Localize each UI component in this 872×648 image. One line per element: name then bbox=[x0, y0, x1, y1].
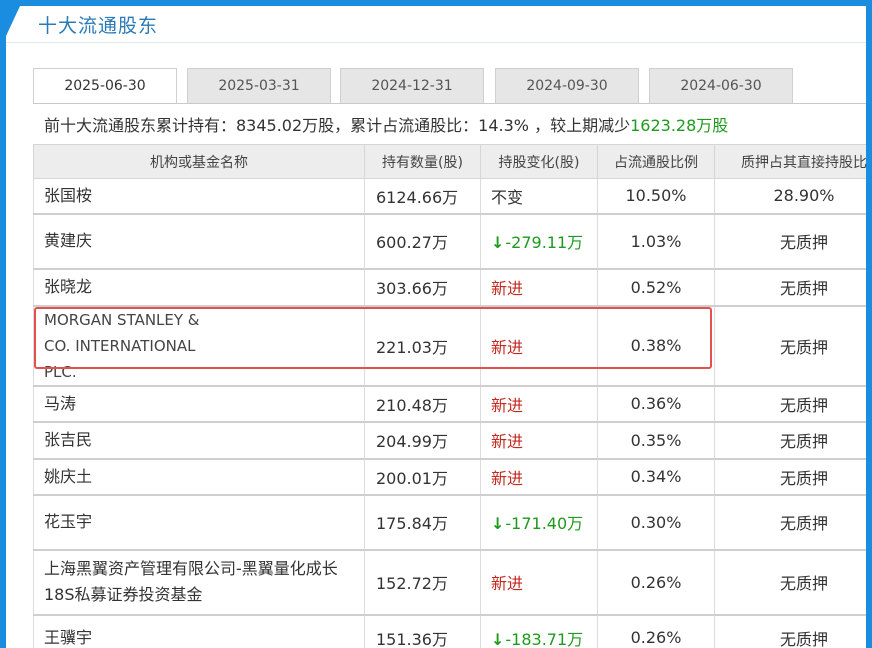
header-pledge: 质押占其直接持股比 bbox=[714, 144, 866, 179]
change-value: 新进 bbox=[491, 337, 524, 357]
down-arrow-icon: ↓ bbox=[491, 514, 505, 533]
hold-quantity: 210.48万 bbox=[364, 385, 481, 423]
hold-change: 新进 bbox=[480, 268, 598, 307]
table-row: 张晓龙 303.66万 新进 0.52% 无质押 bbox=[33, 268, 866, 307]
tab-2024-12-31[interactable]: 2024-12-31 bbox=[340, 68, 484, 103]
pledge-ratio: 28.90% bbox=[714, 178, 866, 215]
change-value: 新进 bbox=[491, 574, 524, 593]
float-share-pct: 0.38% bbox=[597, 305, 715, 387]
down-arrow-icon: ↓ bbox=[491, 233, 505, 252]
pledge-ratio: 无质押 bbox=[714, 458, 866, 496]
float-share-pct: 0.26% bbox=[597, 549, 715, 616]
hold-quantity: 204.99万 bbox=[364, 421, 481, 460]
hold-change: ↓-279.11万 bbox=[480, 213, 598, 270]
hold-quantity: 151.36万 bbox=[364, 614, 481, 648]
float-share-pct: 0.30% bbox=[597, 494, 715, 551]
change-value: -279.11万 bbox=[505, 233, 584, 252]
header-name: 机构或基金名称 bbox=[33, 144, 365, 179]
hold-quantity: 200.01万 bbox=[364, 458, 481, 496]
table-row: 张吉民 204.99万 新进 0.35% 无质押 bbox=[33, 421, 866, 460]
float-share-pct: 1.03% bbox=[597, 213, 715, 270]
hold-change: ↓-183.71万 bbox=[480, 614, 598, 648]
hold-change: 新进 bbox=[480, 421, 598, 460]
hold-quantity: 175.84万 bbox=[364, 494, 481, 551]
pledge-ratio: 无质押 bbox=[714, 421, 866, 460]
pledge-ratio: 无质押 bbox=[714, 549, 866, 616]
pledge-ratio: 无质押 bbox=[714, 213, 866, 270]
holder-name: 马涛 bbox=[33, 385, 365, 423]
header-pct: 占流通股比例 bbox=[597, 144, 715, 179]
pledge-ratio: 无质押 bbox=[714, 494, 866, 551]
tab-2024-06-30[interactable]: 2024-06-30 bbox=[649, 68, 793, 103]
period-tabs: 2025-06-30 2025-03-31 2024-12-31 2024-09… bbox=[33, 68, 866, 104]
holder-name: MORGAN STANLEY & CO. INTERNATIONAL PLC. bbox=[33, 305, 365, 387]
tabs-divider bbox=[33, 103, 866, 104]
holder-name: 张吉民 bbox=[33, 421, 365, 460]
holdings-summary: 前十大流通股东累计持有：8345.02万股，累计占流通股比：14.3% ，较上期… bbox=[44, 112, 728, 136]
pledge-ratio: 无质押 bbox=[714, 268, 866, 307]
hold-change: ↓-171.40万 bbox=[480, 494, 598, 551]
holder-name: 上海黑翼资产管理有限公司-黑翼量化成长18S私募证券投资基金 bbox=[33, 549, 365, 616]
pledge-ratio: 无质押 bbox=[714, 305, 866, 387]
holder-name: 张晓龙 bbox=[33, 268, 365, 307]
float-share-pct: 0.52% bbox=[597, 268, 715, 307]
holder-name: 王骥宇 bbox=[33, 614, 365, 648]
table-row: 马涛 210.48万 新进 0.36% 无质押 bbox=[33, 385, 866, 423]
holder-name: 花玉宇 bbox=[33, 494, 365, 551]
table-row: 王骥宇 151.36万 ↓-183.71万 0.26% 无质押 bbox=[33, 614, 866, 648]
hold-quantity: 303.66万 bbox=[364, 268, 481, 307]
table-row: 上海黑翼资产管理有限公司-黑翼量化成长18S私募证券投资基金 152.72万 新进 0… bbox=[33, 549, 866, 616]
shareholders-table: 机构或基金名称 持有数量(股) 持股变化(股) 占流通股比例 质押占其直接持股比… bbox=[33, 144, 866, 648]
change-value: 新进 bbox=[491, 279, 524, 298]
change-value: 新进 bbox=[491, 432, 524, 451]
hold-change: 新进 bbox=[480, 458, 598, 496]
float-share-pct: 0.26% bbox=[597, 614, 715, 648]
table-row: 花玉宇 175.84万 ↓-171.40万 0.30% 无质押 bbox=[33, 494, 866, 551]
hold-change: 新进 bbox=[480, 305, 598, 387]
change-value: 新进 bbox=[491, 395, 524, 415]
hold-change: 新进 bbox=[480, 385, 598, 423]
holder-name: 姚庆土 bbox=[33, 458, 365, 496]
hold-change: 不变 bbox=[480, 178, 598, 215]
header-hold: 持有数量(股) bbox=[364, 144, 481, 179]
table-header-row: 机构或基金名称 持有数量(股) 持股变化(股) 占流通股比例 质押占其直接持股比 bbox=[33, 144, 866, 179]
float-share-pct: 10.50% bbox=[597, 178, 715, 215]
tab-2025-06-30[interactable]: 2025-06-30 bbox=[33, 68, 177, 104]
change-value: 不变 bbox=[491, 187, 524, 207]
summary-text: 前十大流通股东累计持有：8345.02万股，累计占流通股比：14.3% ，较上期… bbox=[44, 116, 631, 135]
pledge-ratio: 无质押 bbox=[714, 614, 866, 648]
change-value: 新进 bbox=[491, 468, 524, 488]
holder-name: 张国桉 bbox=[33, 178, 365, 215]
tab-2025-03-31[interactable]: 2025-03-31 bbox=[187, 68, 331, 103]
table-row: 张国桉 6124.66万 不变 10.50% 28.90% bbox=[33, 178, 866, 215]
down-arrow-icon: ↓ bbox=[491, 629, 505, 648]
tab-2024-09-30[interactable]: 2024-09-30 bbox=[495, 68, 639, 103]
hold-quantity: 6124.66万 bbox=[364, 178, 481, 215]
summary-change: 1623.28万股 bbox=[630, 116, 729, 135]
table-row: 黄建庆 600.27万 ↓-279.11万 1.03% 无质押 bbox=[33, 213, 866, 270]
holder-name: 黄建庆 bbox=[33, 213, 365, 270]
hold-quantity: 152.72万 bbox=[364, 549, 481, 616]
pledge-ratio: 无质押 bbox=[714, 385, 866, 423]
table-row: MORGAN STANLEY & CO. INTERNATIONAL PLC. 2… bbox=[33, 305, 866, 387]
table-row: 姚庆土 200.01万 新进 0.34% 无质押 bbox=[33, 458, 866, 496]
hold-change: 新进 bbox=[480, 549, 598, 616]
change-value: -183.71万 bbox=[505, 629, 584, 648]
float-share-pct: 0.34% bbox=[597, 458, 715, 496]
float-share-pct: 0.36% bbox=[597, 385, 715, 423]
header-change: 持股变化(股) bbox=[480, 144, 598, 179]
float-share-pct: 0.35% bbox=[597, 421, 715, 460]
change-value: -171.40万 bbox=[505, 514, 584, 533]
hold-quantity: 221.03万 bbox=[364, 305, 481, 387]
hold-quantity: 600.27万 bbox=[364, 213, 481, 270]
